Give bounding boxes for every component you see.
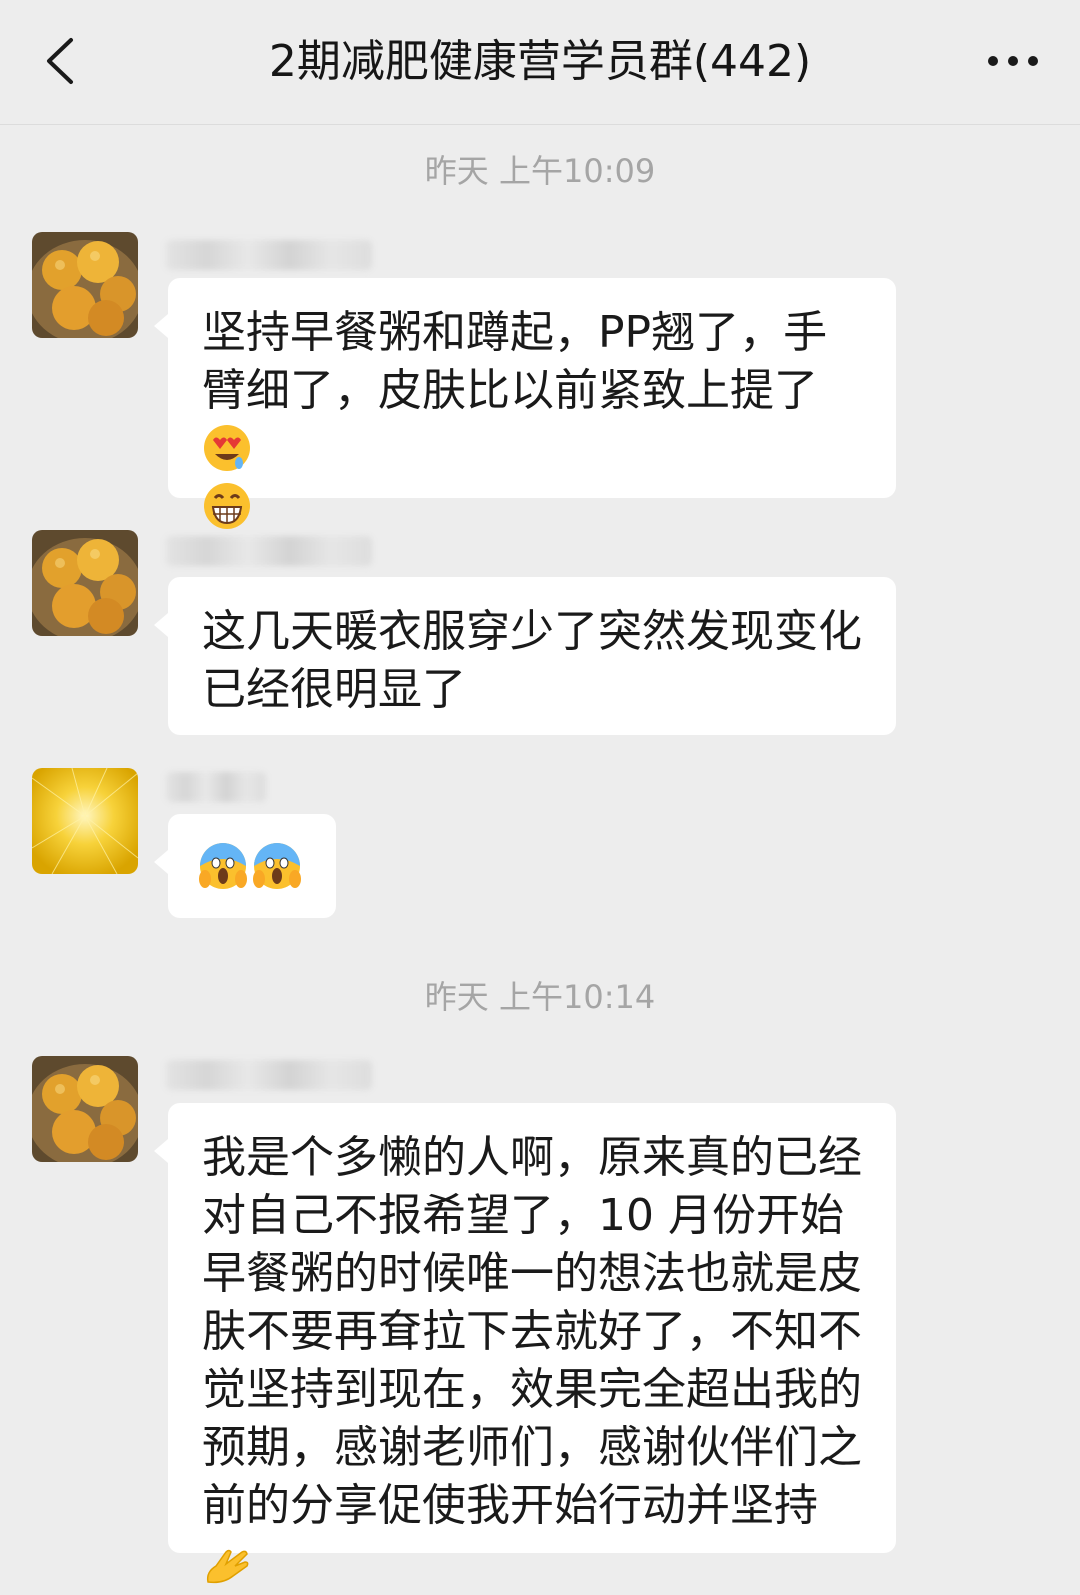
chevron-left-icon [47, 38, 73, 84]
screaming-face-emoji [253, 843, 301, 889]
avatar[interactable] [32, 530, 138, 636]
timestamp: 昨天 上午10:14 [424, 978, 656, 1016]
more-button[interactable] [978, 36, 1048, 86]
back-button[interactable] [30, 28, 90, 94]
heart-eyes-emoji [204, 425, 250, 471]
message-bubble[interactable]: 我是个多懒的人啊，原来真的已经 对自己不报希望了，10 月份开始 早餐粥的时候唯… [154, 1103, 896, 1584]
message-text: 这几天暖衣服穿少了突然发现变化 已经很明显了 [202, 606, 862, 715]
sender-name [166, 240, 372, 270]
sender-name [166, 772, 266, 802]
fruit-avatar [32, 232, 138, 338]
chat-title: 2期减肥健康营学员群(442) [268, 36, 812, 87]
chat-header: 2期减肥健康营学员群(442) [0, 0, 1080, 125]
ok-hand-emoji [206, 1549, 249, 1584]
fruit-avatar [32, 530, 138, 636]
avatar[interactable] [32, 1056, 138, 1162]
message-bubble[interactable]: 这几天暖衣服穿少了突然发现变化 已经很明显了 [154, 577, 896, 735]
golden-texture-avatar [32, 768, 138, 874]
grinning-emoji [204, 483, 250, 529]
timestamp: 昨天 上午10:09 [424, 152, 656, 190]
more-dots-icon [988, 56, 1038, 66]
sender-name [166, 1060, 372, 1090]
avatar[interactable] [32, 232, 138, 338]
message-bubble[interactable] [154, 814, 336, 918]
message-text: 我是个多懒的人啊，原来真的已经 对自己不报希望了，10 月份开始 早餐粥的时候唯… [202, 1129, 862, 1593]
message-bubble[interactable]: 坚持早餐粥和蹲起，PP翘了，手 臂细了，皮肤比以前紧致上提了 [154, 278, 896, 529]
screaming-face-emoji [199, 843, 247, 889]
message-text: 坚持早餐粥和蹲起，PP翘了，手 臂细了，皮肤比以前紧致上提了 [202, 304, 862, 536]
avatar[interactable] [32, 768, 138, 874]
sender-name [166, 536, 372, 566]
fruit-avatar [32, 1056, 138, 1162]
